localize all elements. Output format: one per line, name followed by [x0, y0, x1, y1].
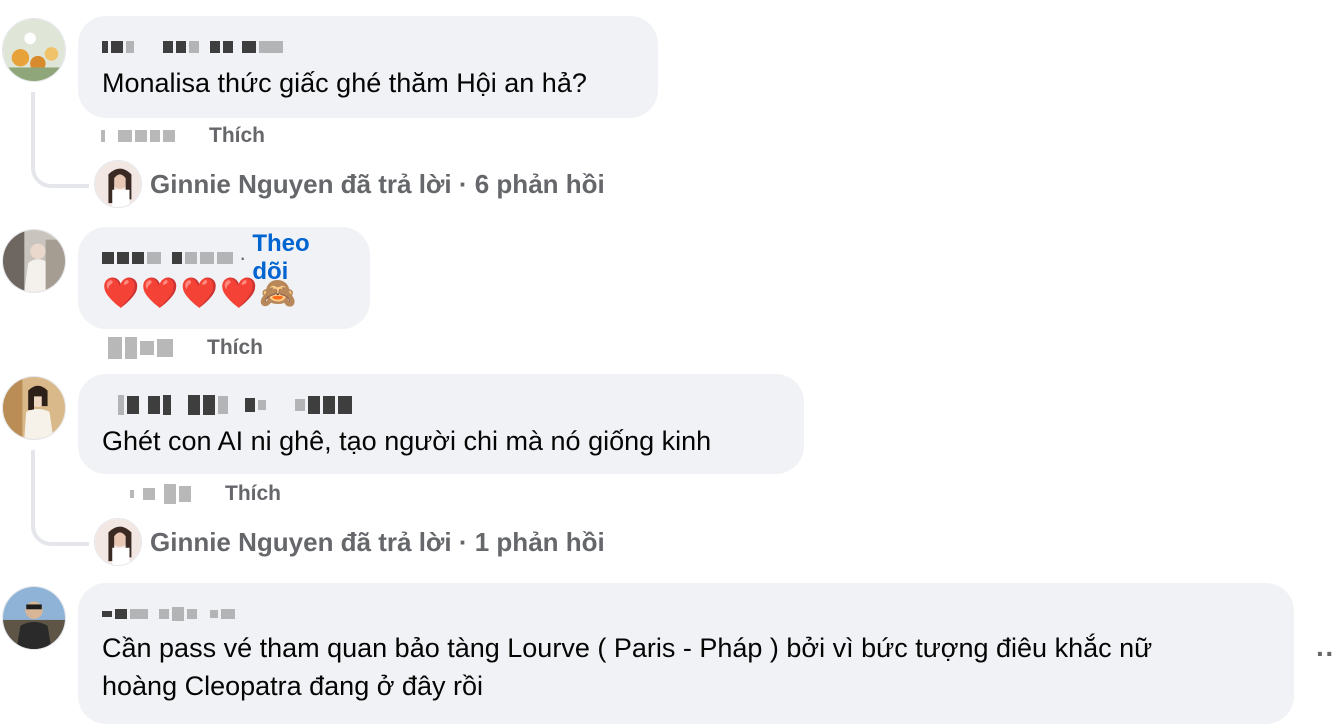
commenter-avatar[interactable] — [2, 586, 66, 650]
comment-bubble: · Theo dõi ❤️❤️❤️❤️🙈 — [78, 227, 370, 329]
comment-timestamp[interactable] — [108, 337, 173, 359]
blurred-author-name — [102, 247, 233, 269]
thread-connector — [31, 450, 89, 546]
comment-bubble: Monalisa thức giấc ghé thăm Hội an hả? — [78, 16, 658, 118]
follow-link[interactable]: Theo dõi — [252, 230, 346, 286]
reply-summary[interactable]: Ginnie Nguyen đã trả lời · 1 phản hồi — [150, 527, 605, 558]
comment-bubble: Cần pass vé tham quan bảo tàng Lourve ( … — [78, 583, 1294, 724]
like-button[interactable]: Thích — [225, 482, 281, 506]
comment-text: Ghét con AI ni ghê, tạo người chi mà nó … — [102, 426, 712, 456]
blurred-author-name — [102, 36, 283, 58]
more-options-icon[interactable]: ·· — [1316, 638, 1335, 670]
commenter-avatar[interactable] — [2, 18, 66, 82]
thread-connector — [31, 92, 89, 188]
replier-avatar — [94, 160, 142, 208]
comment-author[interactable] — [102, 601, 1270, 627]
comment-text-line: Cần pass vé tham quan bảo tàng Lourve ( … — [102, 633, 1153, 663]
comment-text-line: hoàng Cleopatra đang ở đây rồi — [102, 671, 483, 701]
commenter-avatar[interactable] — [2, 229, 66, 293]
like-button[interactable]: Thích — [207, 336, 263, 360]
comment-timestamp[interactable] — [130, 484, 191, 504]
comment-author[interactable]: · Theo dõi — [102, 230, 346, 285]
replier-avatar — [94, 518, 142, 566]
view-replies[interactable]: Ginnie Nguyen đã trả lời · 1 phản hồi — [94, 518, 605, 566]
commenter-avatar[interactable] — [2, 376, 66, 440]
comment-bubble: Ghét con AI ni ghê, tạo người chi mà nó … — [78, 374, 804, 474]
reply-summary[interactable]: Ginnie Nguyen đã trả lời · 6 phản hồi — [150, 169, 605, 200]
view-replies[interactable]: Ginnie Nguyen đã trả lời · 6 phản hồi — [94, 160, 605, 208]
comment-timestamp[interactable] — [101, 130, 175, 142]
comment-text: Monalisa thức giấc ghé thăm Hội an hả? — [102, 68, 587, 98]
comment-author[interactable] — [102, 34, 634, 60]
blurred-author-name — [102, 394, 352, 416]
blurred-author-name — [102, 603, 235, 625]
like-button[interactable]: Thích — [209, 124, 265, 148]
comment-author[interactable] — [102, 392, 780, 418]
